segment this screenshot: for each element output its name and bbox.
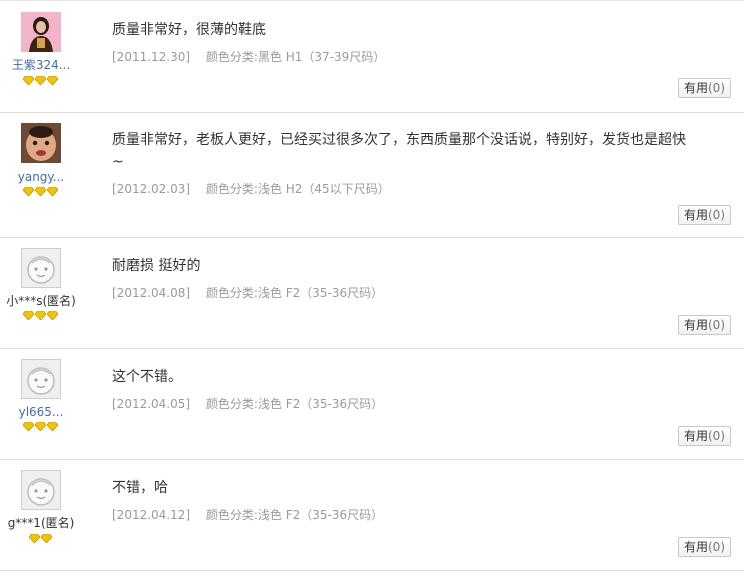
review-meta: [2012.04.12] 颜色分类:浅色 F2（35-36尺码） (112, 506, 383, 523)
review-date: [2012.04.12] (112, 508, 191, 522)
review-item: yangy... 质量非常好，老板人更好，已经买过很多次了，东西质量那个没话说，… (0, 113, 744, 238)
rank-badge (23, 422, 58, 431)
username: 小***s(匿名) (6, 294, 76, 308)
diamond-icon (47, 311, 58, 320)
useful-count: (0) (708, 429, 725, 443)
default-avatar-icon (27, 256, 55, 284)
sku-info: 颜色分类:浅色 H2（45以下尺码） (205, 182, 390, 196)
review-meta: [2012.02.03] 颜色分类:浅色 H2（45以下尺码） (112, 180, 390, 197)
rank-badge (29, 534, 52, 543)
username[interactable]: yangy... (0, 170, 82, 184)
diamond-icon (41, 534, 52, 543)
useful-label: 有用 (683, 318, 708, 332)
avatar[interactable] (21, 470, 61, 510)
review-meta: [2012.04.05] 颜色分类:浅色 F2（35-36尺码） (112, 395, 383, 412)
useful-label: 有用 (683, 208, 708, 222)
review-content: 质量非常好，很薄的鞋底 (112, 22, 266, 38)
diamond-icon (35, 76, 46, 85)
sku-info: 颜色分类:浅色 F2（35-36尺码） (205, 286, 384, 300)
review-date: [2012.04.08] (112, 286, 191, 300)
username[interactable]: 王紫324... (0, 58, 82, 72)
diamond-icon (29, 534, 40, 543)
diamond-icon (23, 422, 34, 431)
review-content: 不错，哈 (112, 480, 168, 496)
sku-info: 颜色分类:黑色 H1（37-39尺码） (205, 50, 386, 64)
review-meta: [2012.04.08] 颜色分类:浅色 F2（35-36尺码） (112, 284, 383, 301)
useful-button[interactable]: 有用(0) (678, 426, 731, 446)
useful-count: (0) (708, 540, 725, 554)
rank-badge (23, 76, 58, 85)
review-date: [2012.02.03] (112, 182, 191, 196)
sku-info: 颜色分类:浅色 F2（35-36尺码） (205, 508, 384, 522)
review-content: 这个不错。 (112, 369, 182, 385)
review-item: 小***s(匿名) 耐磨损 挺好的 [2012.04.08] 颜色分类:浅色 F… (0, 238, 744, 349)
useful-button[interactable]: 有用(0) (678, 537, 731, 557)
diamond-icon (35, 422, 46, 431)
useful-count: (0) (708, 81, 725, 95)
review-content: 质量非常好，老板人更好，已经买过很多次了，东西质量那个没话说，特别好，发货也是超… (112, 132, 686, 170)
useful-label: 有用 (683, 81, 708, 95)
diamond-icon (35, 187, 46, 196)
useful-label: 有用 (683, 429, 708, 443)
username[interactable]: yl665... (0, 405, 82, 419)
diamond-icon (23, 187, 34, 196)
review-item: 王紫324... 质量非常好，很薄的鞋底 [2011.12.30] 颜色分类:黑… (0, 1, 744, 113)
username: g***1(匿名) (7, 516, 75, 530)
sku-info: 颜色分类:浅色 F2（35-36尺码） (205, 397, 384, 411)
avatar[interactable] (21, 359, 61, 399)
review-content: 耐磨损 挺好的 (112, 258, 201, 274)
review-list: 王紫324... 质量非常好，很薄的鞋底 [2011.12.30] 颜色分类:黑… (0, 0, 744, 577)
useful-label: 有用 (683, 540, 708, 554)
useful-button[interactable]: 有用(0) (678, 78, 731, 98)
default-avatar-icon (27, 367, 55, 395)
review-date: [2011.12.30] (112, 50, 191, 64)
useful-button[interactable]: 有用(0) (678, 205, 731, 225)
diamond-icon (47, 187, 58, 196)
diamond-icon (23, 311, 34, 320)
useful-count: (0) (708, 208, 725, 222)
diamond-icon (35, 311, 46, 320)
avatar[interactable] (21, 248, 61, 288)
review-item: g***1(匿名) 不错，哈 [2012.04.12] 颜色分类:浅色 F2（3… (0, 460, 744, 571)
diamond-icon (23, 76, 34, 85)
review-date: [2012.04.05] (112, 397, 191, 411)
review-meta: [2011.12.30] 颜色分类:黑色 H1（37-39尺码） (112, 48, 385, 65)
rank-badge (23, 311, 58, 320)
avatar[interactable] (21, 123, 61, 163)
rank-badge (23, 187, 58, 196)
diamond-icon (47, 422, 58, 431)
diamond-icon (47, 76, 58, 85)
default-avatar-icon (27, 478, 55, 506)
avatar[interactable] (21, 12, 61, 52)
useful-count: (0) (708, 318, 725, 332)
review-item: yl665... 这个不错。 [2012.04.05] 颜色分类:浅色 F2（3… (0, 349, 744, 460)
useful-button[interactable]: 有用(0) (678, 315, 731, 335)
